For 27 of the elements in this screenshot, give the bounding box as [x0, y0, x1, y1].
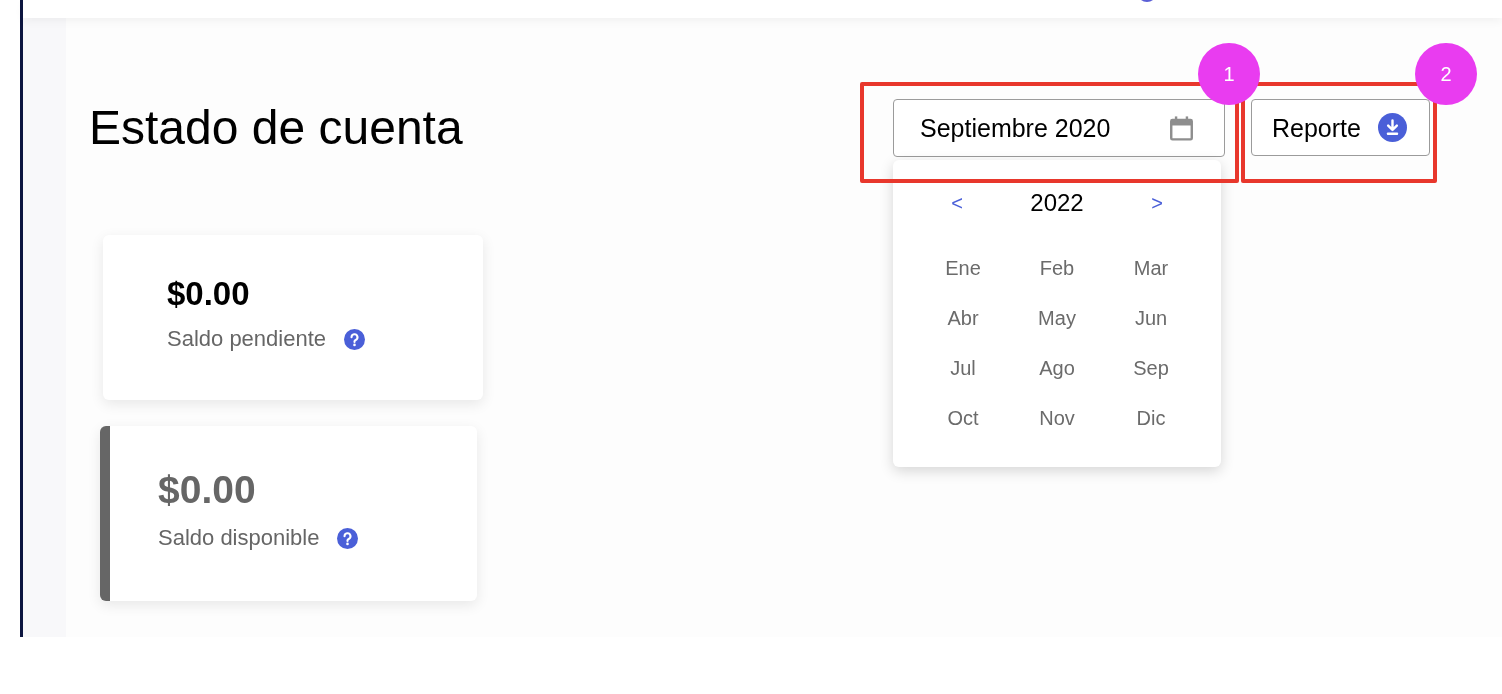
help-icon — [337, 527, 359, 549]
month-option[interactable]: Abr — [916, 293, 1010, 343]
next-year-button[interactable]: > — [1147, 189, 1167, 217]
page-title: Estado de cuenta — [89, 100, 463, 156]
balance-label: Saldo pendiente — [167, 326, 327, 352]
month-option[interactable]: Jul — [916, 343, 1010, 393]
month-option[interactable]: May — [1010, 293, 1104, 343]
month-option[interactable]: Dic — [1104, 393, 1198, 443]
report-button[interactable]: Reporte — [1251, 99, 1430, 156]
month-option[interactable]: Feb — [1010, 243, 1104, 293]
month-option[interactable]: Jun — [1104, 293, 1198, 343]
date-field[interactable]: Septiembre 2020 — [893, 99, 1225, 157]
number-marker: 1 — [1198, 43, 1260, 105]
month-option[interactable]: Ene — [916, 243, 1010, 293]
help-icon — [344, 328, 366, 350]
month-option[interactable]: Mar — [1104, 243, 1198, 293]
month-option[interactable]: Ago — [1010, 343, 1104, 393]
number-marker: 2 — [1415, 43, 1477, 105]
balance-amount: $0.00 — [167, 275, 250, 313]
balance-amount: $0.00 — [158, 468, 256, 512]
month-option[interactable]: Oct — [916, 393, 1010, 443]
month-option[interactable]: Nov — [1010, 393, 1104, 443]
balance-label: Saldo disponible — [158, 525, 320, 551]
previous-year-button[interactable]: < — [947, 189, 967, 217]
year-label: 2022 — [1029, 189, 1085, 217]
month-option[interactable]: Sep — [1104, 343, 1198, 393]
download-icon — [1378, 113, 1407, 142]
